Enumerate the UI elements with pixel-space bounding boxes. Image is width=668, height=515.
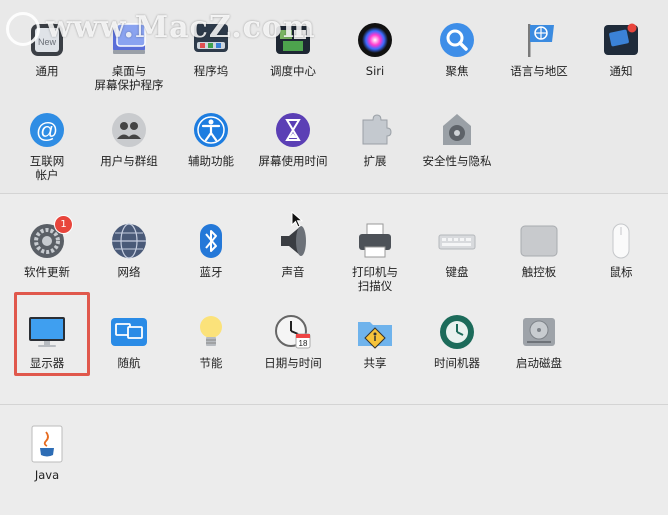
bluetooth-icon bbox=[191, 221, 231, 261]
java-icon bbox=[27, 424, 67, 464]
pref-label: 打印机与 扫描仪 bbox=[352, 265, 398, 293]
energy-saver-icon bbox=[191, 312, 231, 352]
pref-label: 聚焦 bbox=[445, 64, 469, 78]
printers-scanners-icon bbox=[355, 221, 395, 261]
pref-notifications[interactable]: 通知 bbox=[580, 20, 662, 78]
pref-keyboard[interactable]: 键盘 bbox=[416, 221, 498, 279]
pref-software-update[interactable]: 1 软件更新 bbox=[6, 215, 88, 279]
pref-label: 通用 bbox=[35, 64, 59, 78]
time-machine-icon bbox=[437, 312, 477, 352]
pref-label: 触控板 bbox=[521, 265, 557, 279]
internet-accounts-icon: @ bbox=[27, 110, 67, 150]
pref-internet-accounts[interactable]: @ 互联网 帐户 bbox=[6, 110, 88, 182]
pref-screen-time[interactable]: 屏幕使用时间 bbox=[252, 110, 334, 168]
pref-network[interactable]: 网络 bbox=[88, 221, 170, 279]
pref-label: 通知 bbox=[609, 64, 633, 78]
pref-label: 用户与群组 bbox=[100, 154, 158, 168]
pref-users-groups[interactable]: 用户与群组 bbox=[88, 110, 170, 168]
pref-label: 调度中心 bbox=[270, 64, 316, 78]
pref-label: Java bbox=[34, 468, 60, 482]
selection-highlight-box bbox=[14, 292, 90, 376]
pref-label: 共享 bbox=[363, 356, 387, 370]
pref-label: 声音 bbox=[281, 265, 305, 279]
pref-label: 安全性与隐私 bbox=[422, 154, 492, 168]
pref-date-time[interactable]: 18 日期与时间 bbox=[252, 312, 334, 370]
pref-label: 蓝牙 bbox=[199, 265, 223, 279]
mouse-icon bbox=[601, 221, 641, 261]
pref-printers-scanners[interactable]: 打印机与 扫描仪 bbox=[334, 221, 416, 293]
mouse-cursor-icon bbox=[291, 211, 303, 228]
keyboard-icon bbox=[437, 221, 477, 261]
siri-icon bbox=[355, 20, 395, 60]
pref-label: 桌面与 屏幕保护程序 bbox=[94, 64, 164, 92]
notifications-icon bbox=[601, 20, 641, 60]
pref-label: 节能 bbox=[199, 356, 223, 370]
users-groups-icon bbox=[109, 110, 149, 150]
pref-mouse[interactable]: 鼠标 bbox=[580, 221, 662, 279]
pref-security-privacy[interactable]: 安全性与隐私 bbox=[416, 110, 498, 168]
extensions-icon bbox=[355, 110, 395, 150]
language-region-icon bbox=[519, 20, 559, 60]
pref-label: 软件更新 bbox=[24, 265, 70, 279]
spotlight-icon bbox=[437, 20, 477, 60]
pref-label: 日期与时间 bbox=[264, 356, 322, 370]
other-section bbox=[0, 405, 668, 515]
pref-label: 键盘 bbox=[445, 265, 469, 279]
pref-java[interactable]: Java bbox=[6, 424, 88, 482]
watermark-logo-icon bbox=[6, 12, 40, 46]
sharing-icon bbox=[355, 312, 395, 352]
pref-label: 时间机器 bbox=[434, 356, 480, 370]
pref-sound[interactable]: 声音 bbox=[252, 221, 334, 279]
pref-trackpad[interactable]: 触控板 bbox=[498, 221, 580, 279]
pref-accessibility[interactable]: 辅助功能 bbox=[170, 110, 252, 168]
pref-sharing[interactable]: 共享 bbox=[334, 312, 416, 370]
pref-label: Siri bbox=[365, 64, 385, 78]
pref-energy-saver[interactable]: 节能 bbox=[170, 312, 252, 370]
pref-startup-disk[interactable]: 启动磁盘 bbox=[498, 312, 580, 370]
pref-label: 屏幕使用时间 bbox=[258, 154, 328, 168]
pref-spotlight[interactable]: 聚焦 bbox=[416, 20, 498, 78]
pref-sidecar[interactable]: 随航 bbox=[88, 312, 170, 370]
pref-label: 辅助功能 bbox=[188, 154, 234, 168]
pref-extensions[interactable]: 扩展 bbox=[334, 110, 416, 168]
pref-label: 网络 bbox=[117, 265, 141, 279]
pref-label: 启动磁盘 bbox=[516, 356, 562, 370]
pref-language-region[interactable]: 语言与地区 bbox=[498, 20, 580, 78]
pref-time-machine[interactable]: 时间机器 bbox=[416, 312, 498, 370]
pref-bluetooth[interactable]: 蓝牙 bbox=[170, 221, 252, 279]
pref-siri[interactable]: Siri bbox=[334, 20, 416, 78]
trackpad-icon bbox=[519, 221, 559, 261]
svg-text:18: 18 bbox=[299, 339, 308, 348]
watermark-text: www.MacZ.com bbox=[46, 10, 316, 45]
sidecar-icon bbox=[109, 312, 149, 352]
update-count-badge: 1 bbox=[54, 215, 73, 234]
accessibility-icon bbox=[191, 110, 231, 150]
startup-disk-icon bbox=[519, 312, 559, 352]
date-time-icon: 18 bbox=[273, 312, 313, 352]
screen-time-icon bbox=[273, 110, 313, 150]
network-icon bbox=[109, 221, 149, 261]
pref-label: 随航 bbox=[117, 356, 141, 370]
pref-label: 程序坞 bbox=[193, 64, 229, 78]
svg-text:@: @ bbox=[36, 118, 58, 143]
pref-label: 语言与地区 bbox=[510, 64, 568, 78]
pref-label: 互联网 帐户 bbox=[29, 154, 65, 182]
pref-label: 鼠标 bbox=[609, 265, 633, 279]
software-update-icon: 1 bbox=[27, 215, 73, 261]
security-privacy-icon bbox=[437, 110, 477, 150]
pref-label: 扩展 bbox=[363, 154, 387, 168]
watermark: www.MacZ.com bbox=[6, 8, 316, 48]
